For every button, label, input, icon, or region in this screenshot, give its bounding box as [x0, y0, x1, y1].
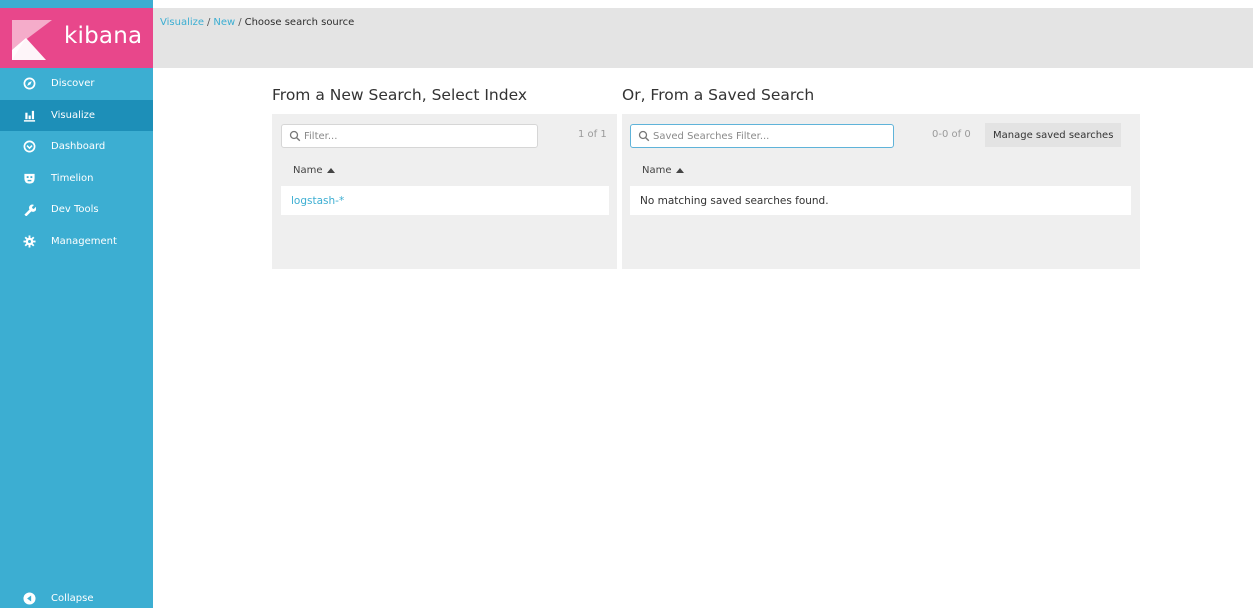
sidebar: kibana Discover Visualize Dashboard Time… — [0, 0, 153, 608]
kibana-app: kibana Discover Visualize Dashboard Time… — [0, 0, 1253, 608]
column-header-label: Name — [293, 165, 323, 176]
sidebar-item-label: Management — [51, 235, 117, 247]
sidebar-nav: Discover Visualize Dashboard Timelion De… — [0, 68, 153, 257]
sidebar-item-label: Dev Tools — [51, 204, 99, 216]
compass-icon — [22, 77, 36, 91]
brand-name: kibana — [64, 23, 143, 49]
sidebar-item-dashboard[interactable]: Dashboard — [0, 131, 153, 163]
index-pattern-link[interactable]: logstash-* — [291, 195, 344, 207]
sidebar-item-label: Discover — [51, 78, 95, 90]
new-search-title: From a New Search, Select Index — [272, 86, 528, 104]
top-bar: Visualize / New / Choose search source — [153, 8, 1253, 68]
breadcrumb: Visualize / New / Choose search source — [160, 17, 354, 28]
index-count: 1 of 1 — [578, 129, 607, 140]
manage-saved-searches-button[interactable]: Manage saved searches — [985, 123, 1122, 147]
table-row: logstash-* — [281, 186, 609, 215]
sidebar-item-visualize[interactable]: Visualize — [0, 99, 153, 131]
timelion-icon — [22, 171, 36, 185]
table-row: No matching saved searches found. — [630, 186, 1131, 215]
new-search-panel: 1 of 1 Name logstash-* — [272, 114, 617, 269]
collapse-label: Collapse — [51, 592, 94, 604]
dashboard-icon — [22, 140, 36, 154]
breadcrumb-current: Choose search source — [244, 17, 355, 28]
sidebar-item-label: Visualize — [51, 109, 96, 121]
collapse-arrow-icon — [22, 591, 36, 605]
saved-search-title: Or, From a Saved Search — [622, 86, 815, 104]
saved-search-name-column-header[interactable]: Name — [642, 165, 684, 176]
gear-icon — [22, 234, 36, 248]
empty-message: No matching saved searches found. — [640, 194, 829, 207]
saved-search-filter-box — [630, 124, 894, 148]
index-filter-input[interactable] — [304, 125, 534, 147]
bar-chart-icon — [22, 108, 36, 122]
search-icon — [289, 130, 301, 142]
sort-ascending-icon — [675, 168, 684, 173]
saved-search-panel: 0-0 of 0 Manage saved searches Name No m… — [622, 114, 1140, 269]
breadcrumb-visualize[interactable]: Visualize — [160, 17, 204, 28]
sidebar-item-timelion[interactable]: Timelion — [0, 163, 153, 195]
sidebar-item-label: Timelion — [51, 172, 94, 184]
wrench-icon — [22, 203, 36, 217]
collapse-button[interactable]: Collapse — [0, 588, 153, 608]
breadcrumb-new[interactable]: New — [213, 17, 235, 28]
breadcrumb-separator: / — [238, 17, 242, 28]
sidebar-item-discover[interactable]: Discover — [0, 68, 153, 100]
column-header-label: Name — [642, 165, 672, 176]
kibana-logo[interactable]: kibana — [0, 8, 153, 68]
sidebar-item-label: Dashboard — [51, 141, 106, 153]
saved-search-filter-input[interactable] — [653, 125, 891, 147]
saved-search-count: 0-0 of 0 — [932, 129, 971, 140]
kibana-logo-icon — [12, 20, 52, 60]
index-name-column-header[interactable]: Name — [293, 165, 335, 176]
sort-ascending-icon — [326, 168, 335, 173]
search-icon — [638, 130, 650, 142]
index-filter-box — [281, 124, 538, 148]
sidebar-item-dev-tools[interactable]: Dev Tools — [0, 194, 153, 226]
sidebar-item-management[interactable]: Management — [0, 226, 153, 258]
